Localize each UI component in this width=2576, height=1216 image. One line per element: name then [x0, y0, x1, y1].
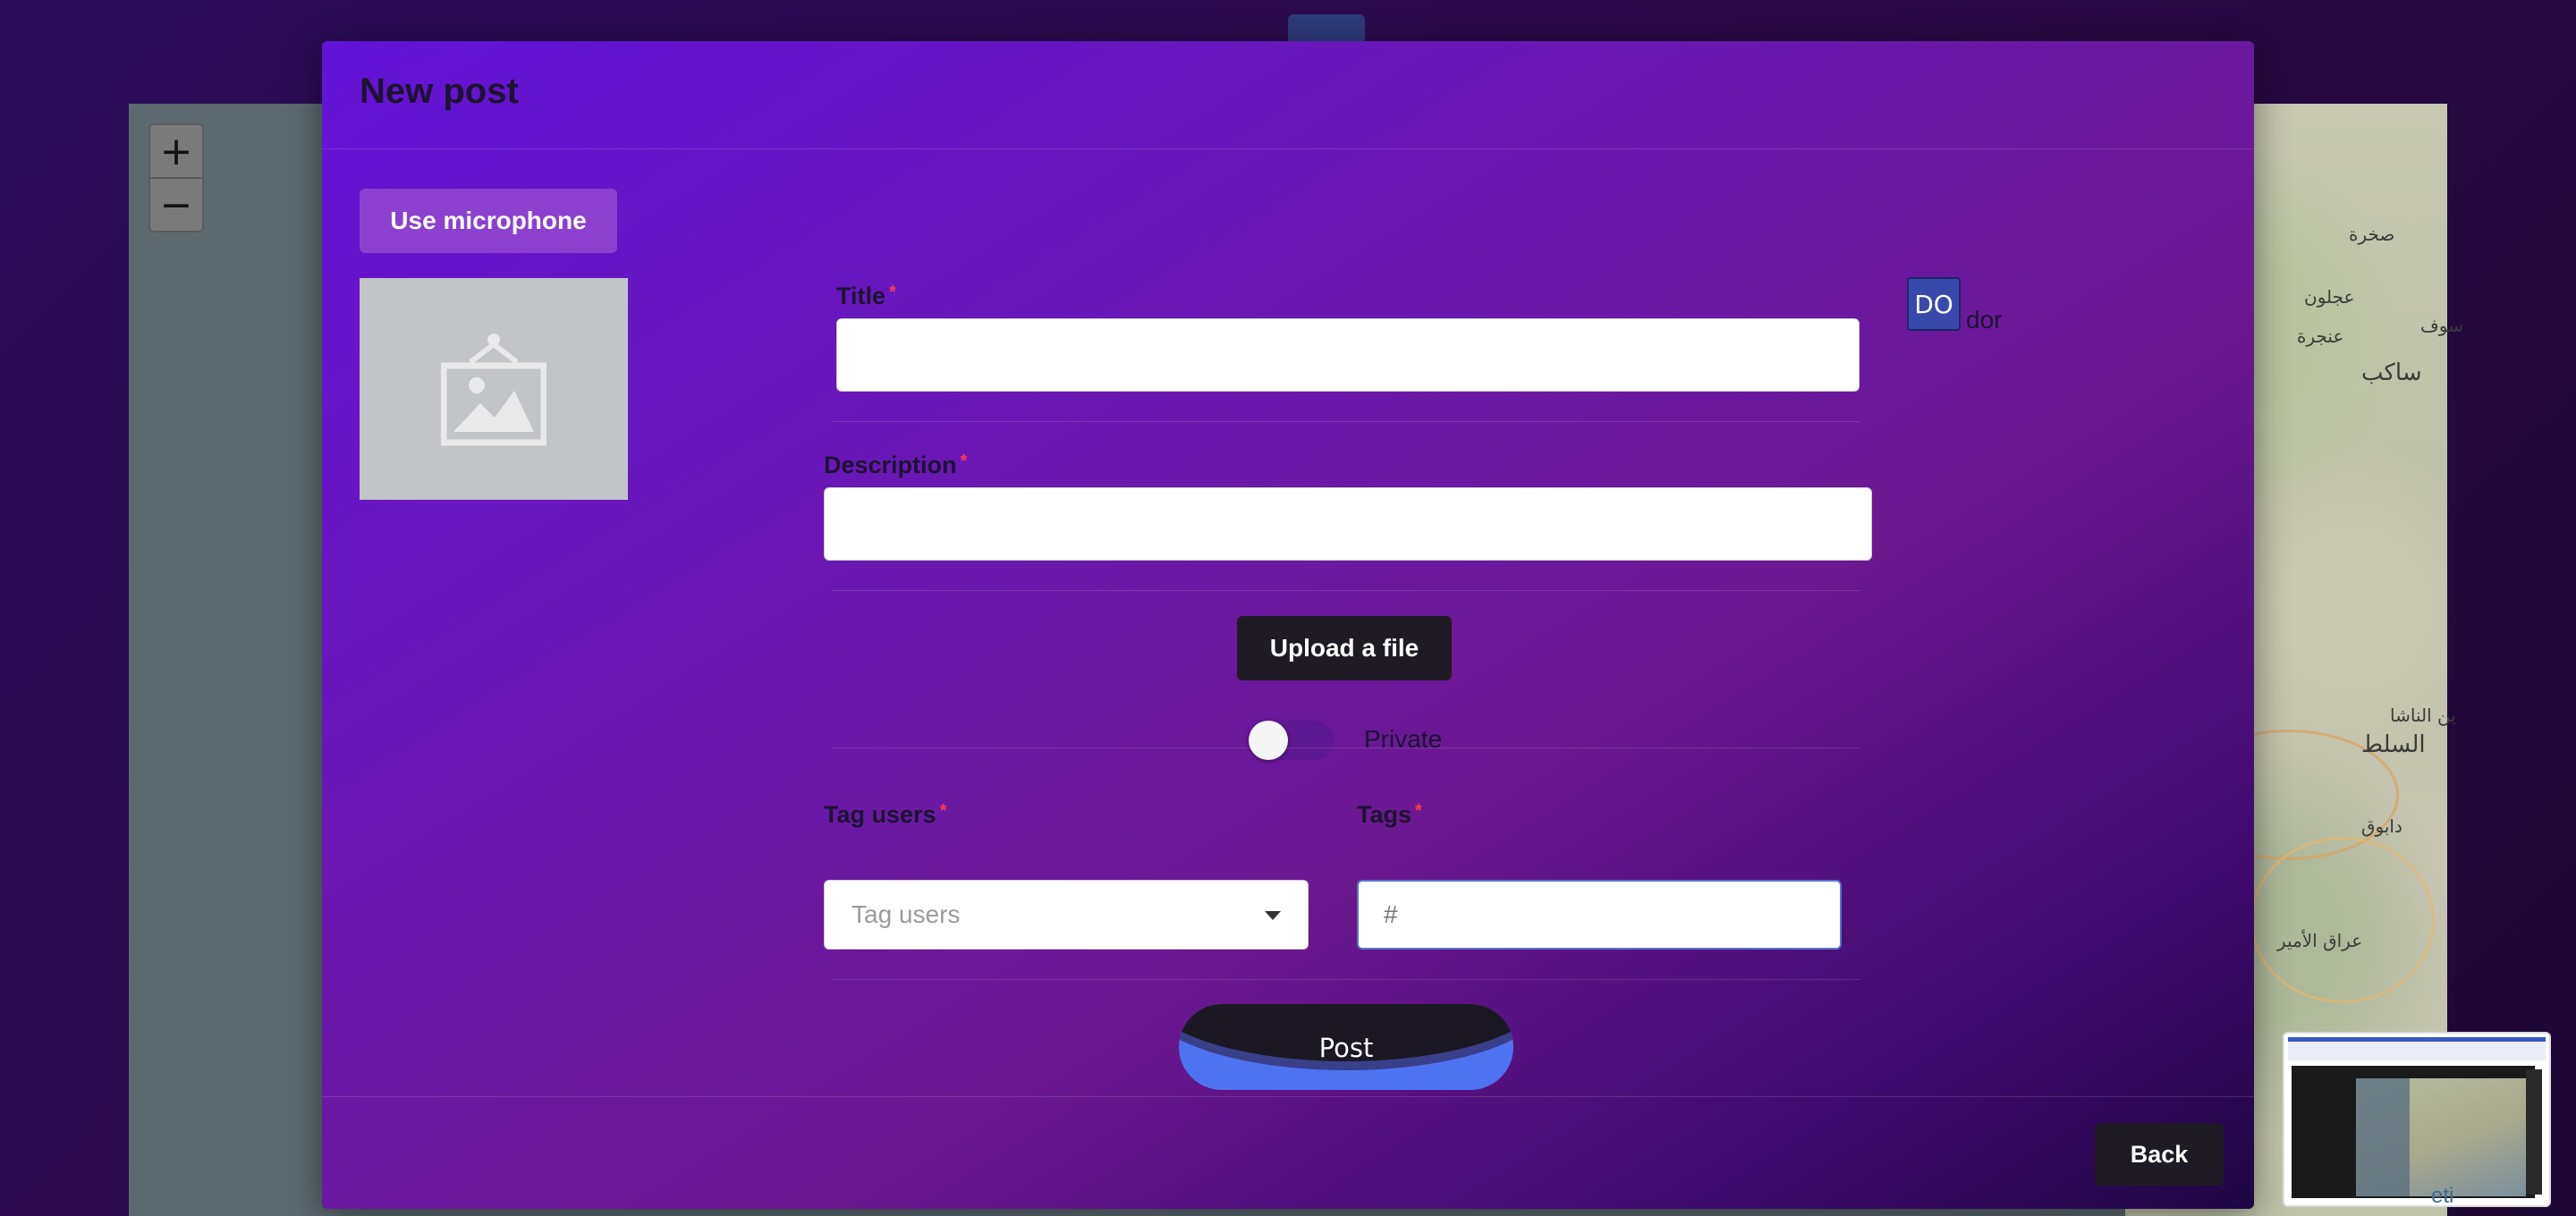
map-place-label: عنجرة [2297, 325, 2344, 347]
title-label-text: Title [836, 283, 886, 309]
tag-users-label-text: Tag users [824, 801, 936, 828]
modal-title: New post [360, 72, 519, 111]
required-mark: * [889, 283, 896, 302]
use-microphone-button[interactable]: Use microphone [360, 189, 617, 253]
upload-file-button[interactable]: Upload a file [1237, 616, 1452, 680]
tag-users-select[interactable]: Tag users [824, 880, 1309, 950]
back-button[interactable]: Back [2095, 1123, 2224, 1186]
tag-users-placeholder: Tag users [852, 900, 961, 928]
map-place-label: صخرة [2349, 224, 2395, 245]
image-icon [441, 334, 547, 446]
map-place-label: ين الناشا [2390, 705, 2456, 726]
title-label: Title * [836, 283, 896, 310]
divider [832, 979, 1860, 980]
map-place-label: دابوق [2361, 815, 2402, 837]
tags-label: Tags * [1357, 801, 1422, 829]
description-input[interactable] [824, 487, 1872, 561]
description-label-text: Description [824, 452, 957, 478]
zoom-in-button[interactable]: + [150, 125, 202, 177]
new-post-modal: New post Use microphone Title * Descripti… [322, 41, 2254, 1209]
divider [832, 747, 1860, 748]
modal-header: New post [322, 41, 2254, 149]
top-handle [1288, 14, 1365, 41]
required-mark: * [1415, 801, 1422, 821]
zoom-out-button[interactable]: − [150, 177, 202, 231]
map-attribution[interactable]: eti [2431, 1184, 2453, 1209]
user-name: dor [1966, 306, 2003, 334]
thumbnail-map [2356, 1078, 2526, 1196]
map-place-label: ساكب [2361, 359, 2422, 386]
private-toggle[interactable] [1249, 721, 1335, 760]
description-label: Description * [824, 452, 967, 479]
image-upload-preview[interactable] [360, 278, 628, 500]
map-place-label: السلط [2361, 731, 2426, 758]
thumbnail-water [2356, 1078, 2410, 1196]
map-place-label: عراق الأمير [2277, 930, 2363, 951]
toggle-knob [1249, 721, 1288, 760]
tag-users-label: Tag users * [824, 801, 946, 829]
required-mark: * [939, 801, 947, 821]
tags-input[interactable] [1357, 880, 1842, 950]
screen-preview-thumbnail[interactable] [2283, 1032, 2551, 1207]
post-button-label: Post [1318, 1033, 1374, 1063]
divider [832, 421, 1860, 422]
map-place-label: سوف [2420, 315, 2463, 336]
user-avatar-badge[interactable]: DO [1907, 277, 1961, 331]
divider [832, 590, 1860, 591]
chevron-down-icon [1265, 911, 1281, 920]
tags-label-text: Tags [1357, 801, 1412, 828]
footer-divider [322, 1096, 2254, 1097]
map-place-label: عجلون [2304, 286, 2355, 308]
title-input[interactable] [836, 318, 1860, 392]
map-zoom-control: + − [148, 123, 204, 232]
post-button[interactable]: Post [1179, 1004, 1513, 1090]
required-mark: * [960, 452, 968, 471]
thumbnail-titlebar [2288, 1037, 2546, 1042]
thumbnail-sidebar [2526, 1069, 2542, 1195]
private-toggle-label: Private [1364, 725, 1443, 753]
